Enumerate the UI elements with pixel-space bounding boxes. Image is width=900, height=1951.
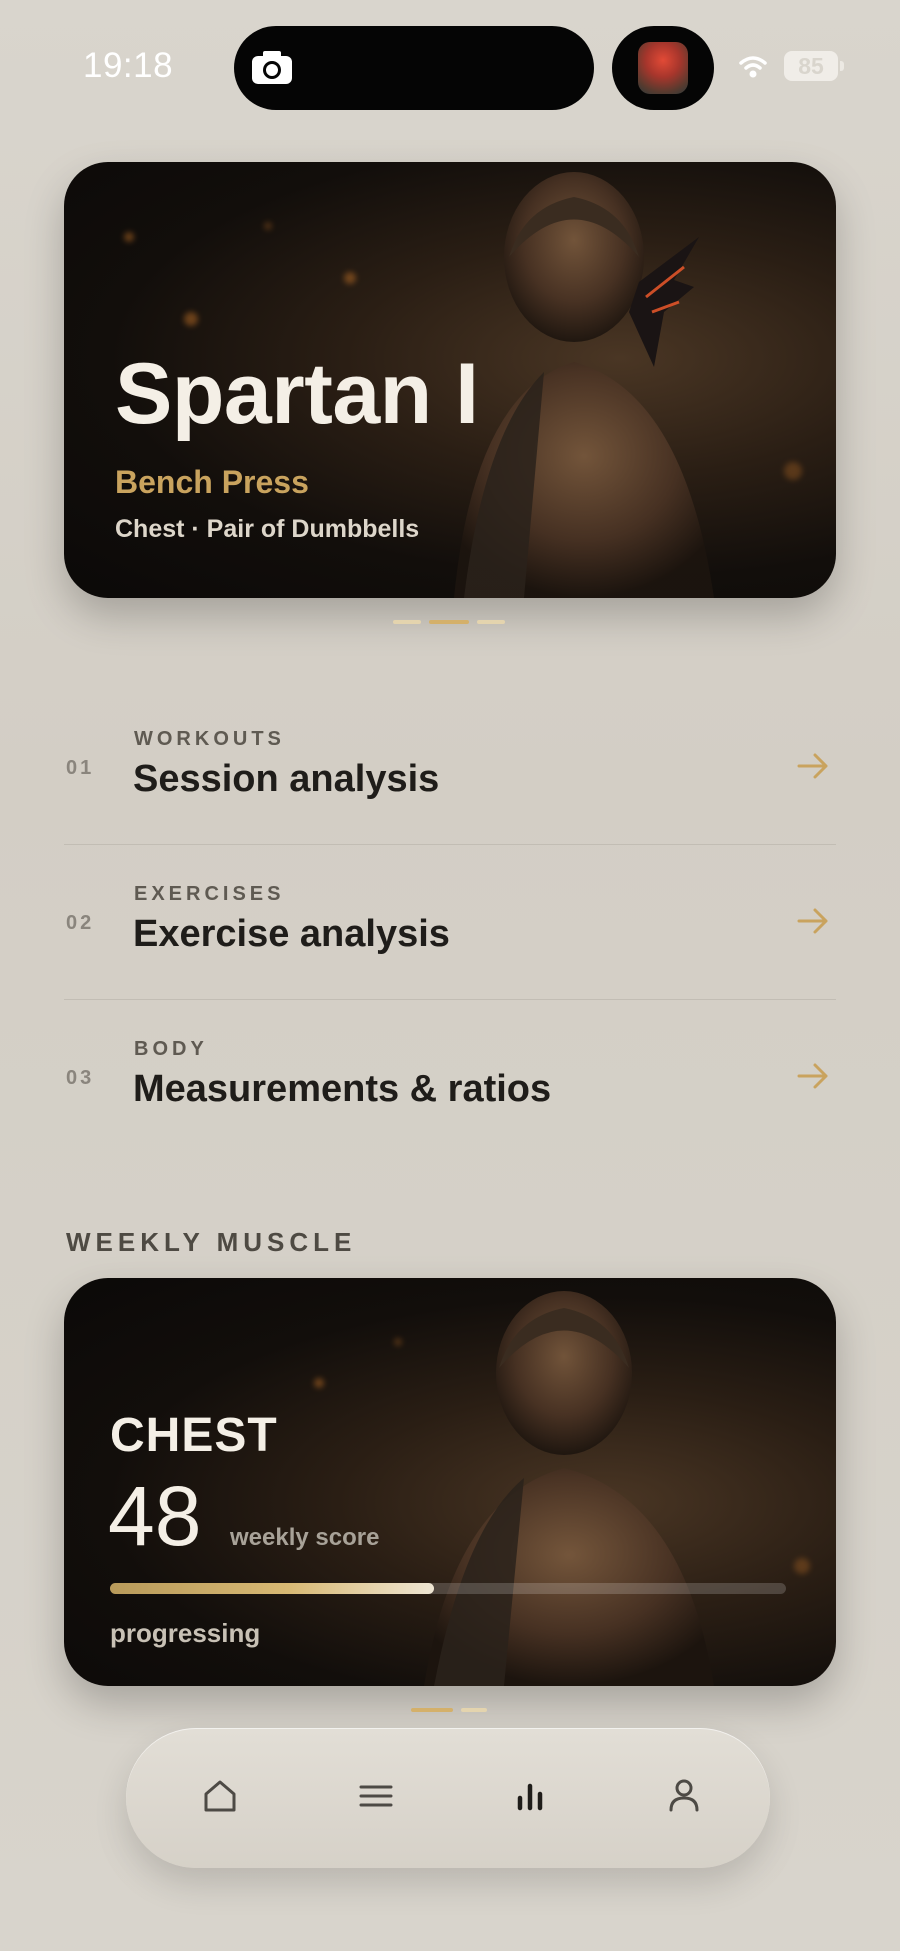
camera-icon [252,51,292,84]
arrow-right-icon [797,753,828,779]
weekly-muscle-card[interactable]: CHEST 48 weekly score progressing [64,1278,836,1686]
row-number: 01 [66,757,95,779]
list-icon [359,1785,393,1807]
row-category: WORKOUTS [134,728,285,750]
row-category: BODY [134,1038,208,1060]
muscle-status: progressing [110,1618,261,1648]
tab-workouts[interactable] [352,1772,400,1820]
row-number: 02 [66,912,95,934]
analysis-row-body[interactable]: 03 BODY Measurements & ratios [64,1000,836,1155]
arrow-right-icon [797,908,828,934]
hero-page-indicator[interactable] [393,620,508,624]
live-activity[interactable] [612,26,714,110]
analysis-row-workouts[interactable]: 01 WORKOUTS Session analysis [64,690,836,845]
chart-icon [517,1783,543,1811]
exercise-name: Bench Press [115,464,309,500]
row-title: Exercise analysis [133,913,450,955]
analysis-row-exercises[interactable]: 02 EXERCISES Exercise analysis [64,845,836,1000]
arrow-right-icon [797,1063,828,1089]
section-label-weekly-muscle: WEEKLY MUSCLE [66,1227,357,1257]
home-icon [204,1780,236,1812]
tab-analysis[interactable] [506,1772,554,1820]
tab-bar [126,1728,770,1868]
row-number: 03 [66,1067,95,1089]
score-progress-fill [110,1583,435,1594]
muscle-name: CHEST [110,1409,278,1462]
muscle-score: 48 [108,1469,202,1563]
workout-hero-card[interactable]: Spartan I Bench Press Chest · Pair of Du… [64,162,836,598]
battery-icon [840,61,844,71]
spartan-artwork [424,1291,714,1686]
tab-home[interactable] [196,1772,244,1820]
row-title: Session analysis [133,758,440,800]
profile-icon [669,1779,699,1812]
wifi-icon [739,56,767,78]
status-time: 19:18 [83,46,174,85]
workout-title: Spartan I [115,346,479,442]
tab-profile[interactable] [660,1772,708,1820]
row-title: Measurements & ratios [133,1068,552,1110]
dynamic-island[interactable] [234,26,594,110]
battery-level: 85 [784,51,838,81]
row-category: EXERCISES [134,883,285,905]
app-thumbnail-icon [638,42,688,94]
score-label: weekly score [230,1524,380,1551]
muscle-page-indicator[interactable] [411,1708,491,1712]
exercise-meta: Chest · Pair of Dumbbells [115,515,420,543]
score-progress-bar [110,1583,786,1594]
